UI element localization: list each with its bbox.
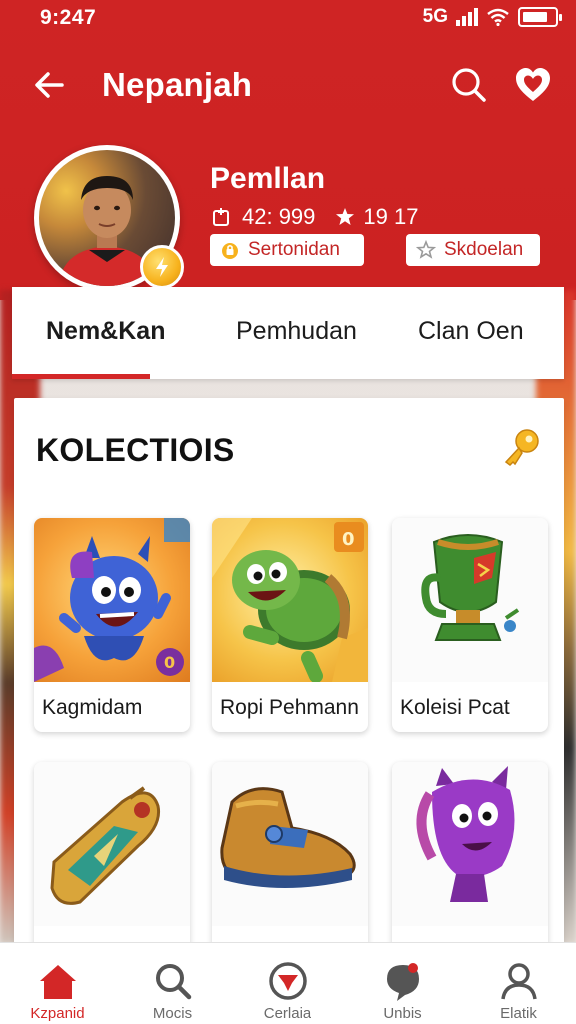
collection-card-label: Ropi Pehmann xyxy=(220,696,359,719)
chat-icon xyxy=(386,963,419,1001)
nav-home-label: Kzpanid xyxy=(30,1005,85,1022)
tab-bar: Nem&Kan Pemhudan Clan Oen xyxy=(12,287,564,379)
tab-overview[interactable]: Pemhudan xyxy=(236,317,357,346)
tab-clan[interactable]: Clan Oen xyxy=(418,317,524,346)
badge-icon xyxy=(268,962,307,1000)
nav-home[interactable]: Kzpanid xyxy=(0,943,115,1024)
key-icon[interactable] xyxy=(500,426,542,468)
profile-name: Pemllan xyxy=(210,162,326,195)
blue-monster-icon: 0 xyxy=(34,518,190,682)
rank-chip-label: Sertonidan xyxy=(248,239,340,260)
nav-badge-label: Cerlaia xyxy=(263,1005,312,1022)
favorite-heart-icon[interactable] xyxy=(512,64,554,106)
back-arrow-icon[interactable] xyxy=(30,65,70,105)
network-type: 5G xyxy=(422,6,448,27)
points-icon xyxy=(213,208,229,226)
app-bar: Nepanjah xyxy=(0,50,576,120)
nav-badge[interactable]: Cerlaia xyxy=(230,943,345,1024)
status-chip-label: Skdoelan xyxy=(444,239,524,260)
gold-shield-icon xyxy=(34,762,190,926)
section-title: KOLECTIOIS xyxy=(36,432,235,468)
stars-value: 19 17 xyxy=(363,204,419,229)
active-tab-indicator xyxy=(12,374,150,379)
collection-card[interactable]: Koleisi Pcat xyxy=(392,518,548,732)
lock-icon xyxy=(222,243,238,259)
nav-chat[interactable]: Unbis xyxy=(345,943,460,1024)
svg-text:0: 0 xyxy=(164,653,175,672)
collection-panel: KOLECTIOIS 0 Kagmidam 0 Ropi Pehmann Kol… xyxy=(14,398,564,976)
nav-chat-label: Unbis xyxy=(383,1005,422,1022)
gear-star-icon xyxy=(336,208,355,225)
status-icons: 5G xyxy=(422,6,562,28)
nav-profile[interactable]: Elatik xyxy=(461,943,576,1024)
tab-collection[interactable]: Nem&Kan xyxy=(46,317,165,346)
profile-stats: 42: 999 19 17 xyxy=(212,204,418,230)
page-title: Nepanjah xyxy=(102,66,253,103)
battery-icon xyxy=(518,7,562,27)
purple-creature-icon xyxy=(392,762,548,926)
status-chip[interactable]: Skdoelan xyxy=(406,234,540,266)
star-outline-icon xyxy=(416,240,436,259)
collection-card-label: Kagmidam xyxy=(42,696,143,719)
stars-stat: 19 17 xyxy=(335,204,418,230)
profile-header: Pemllan 42: 999 19 17 Sertonidan Skdoela… xyxy=(0,140,576,291)
search-icon[interactable] xyxy=(448,64,490,106)
coin-badge-icon xyxy=(140,245,184,289)
status-time: 9:247 xyxy=(40,6,97,29)
home-icon xyxy=(39,965,76,999)
collection-card[interactable]: 0 Kagmidam xyxy=(34,518,190,732)
green-trophy-icon xyxy=(392,518,548,682)
bottom-navigation: Kzpanid Mocis Cerlaia Unbis Elatik xyxy=(0,942,576,1024)
nav-profile-label: Elatik xyxy=(500,1005,537,1022)
profile-icon xyxy=(500,963,537,1000)
boot-icon xyxy=(212,762,368,926)
nav-search-label: Mocis xyxy=(152,1005,193,1022)
points-value: 42: 999 xyxy=(242,204,316,229)
points-stat: 42: 999 xyxy=(212,204,315,230)
collection-card[interactable]: 0 Ropi Pehmann xyxy=(212,518,368,732)
search-icon xyxy=(155,964,191,1000)
nav-search[interactable]: Mocis xyxy=(115,943,230,1024)
collection-card-label: Koleisi Pcat xyxy=(400,696,510,719)
status-bar: 9:247 5G xyxy=(0,0,576,36)
signal-icon xyxy=(456,8,478,26)
svg-text:0: 0 xyxy=(342,529,355,550)
wifi-icon xyxy=(487,8,509,26)
rank-chip[interactable]: Sertonidan xyxy=(210,234,364,266)
green-turtle-icon: 0 xyxy=(212,518,368,682)
